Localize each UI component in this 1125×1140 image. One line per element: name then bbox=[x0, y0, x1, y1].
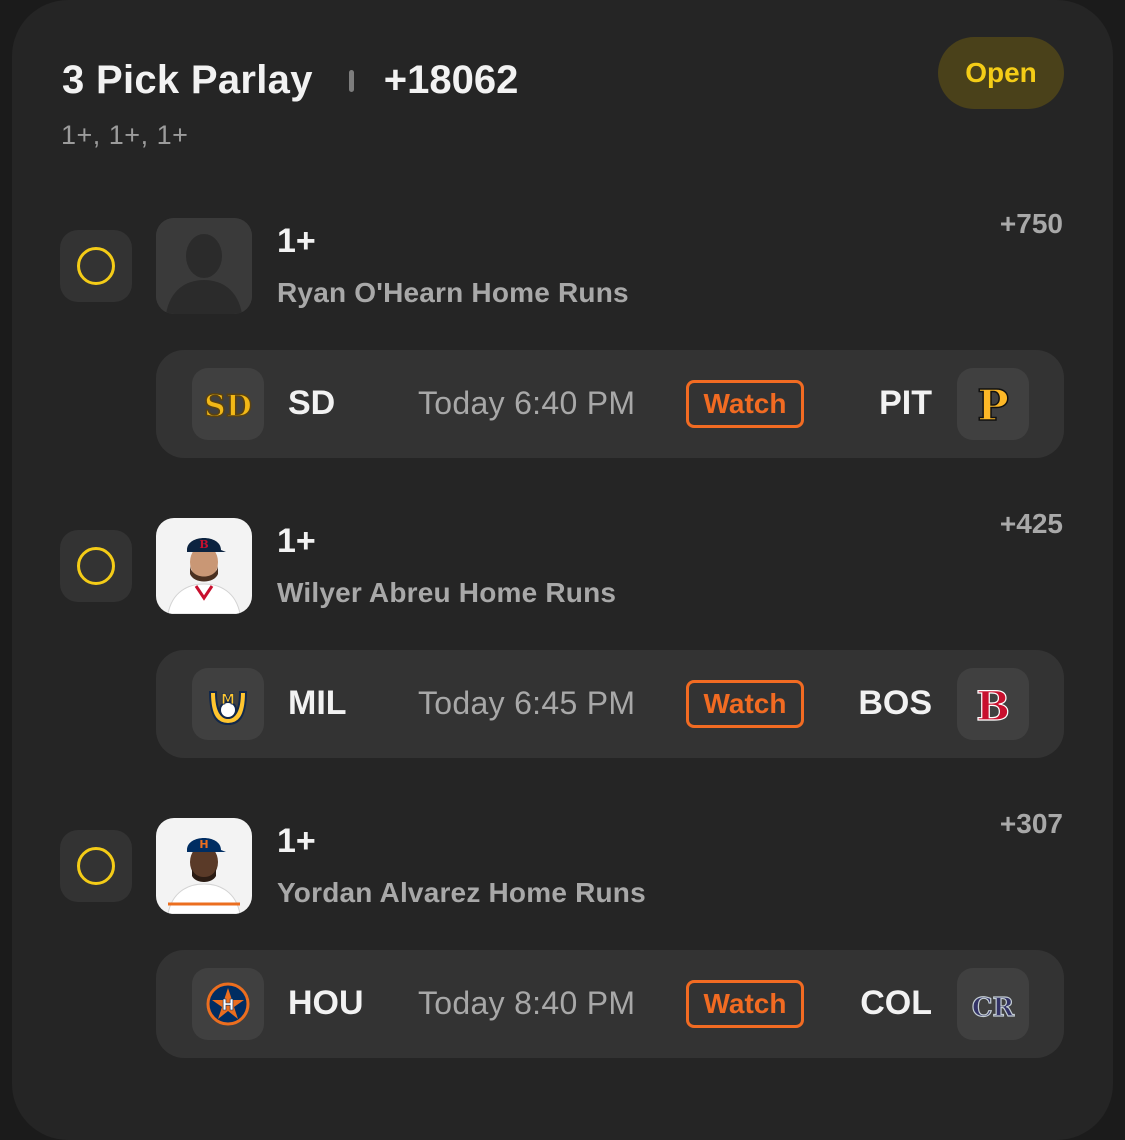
brewers-logo-icon: M bbox=[192, 668, 264, 740]
circle-icon bbox=[77, 547, 115, 585]
header-divider bbox=[348, 69, 354, 92]
rockies-logo-icon: CR bbox=[957, 968, 1029, 1040]
parlay-title: 3 Pick Parlay bbox=[62, 58, 313, 102]
leg-market: Yordan Alvarez Home Runs bbox=[277, 877, 646, 908]
away-team: HOU bbox=[288, 984, 364, 1022]
away-team: SD bbox=[288, 384, 336, 422]
leg-line: 1+ bbox=[277, 222, 316, 260]
parlay-header: 3 Pick Parlay +18062 bbox=[62, 58, 518, 103]
status-badge: Open bbox=[938, 37, 1064, 109]
padres-logo-icon: SD bbox=[192, 368, 264, 440]
astros-logo-icon: H bbox=[192, 968, 264, 1040]
game-matchup[interactable]: M MIL Today 6:45 PM Watch BOS B bbox=[156, 650, 1064, 758]
watch-button[interactable]: Watch bbox=[686, 680, 804, 728]
red-sox-logo-icon: B bbox=[957, 668, 1029, 740]
game-time: Today 6:40 PM bbox=[418, 385, 636, 421]
leg-odds: +425 bbox=[999, 508, 1063, 539]
leg-select-radio[interactable] bbox=[60, 830, 132, 902]
parlay-summary: 1+, 1+, 1+ bbox=[61, 120, 189, 150]
player-placeholder-avatar bbox=[156, 218, 252, 314]
svg-text:SD: SD bbox=[204, 389, 252, 424]
circle-icon bbox=[77, 247, 115, 285]
home-team: PIT bbox=[879, 384, 932, 422]
svg-text:B: B bbox=[976, 683, 1010, 730]
svg-text:H: H bbox=[199, 838, 208, 851]
leg-odds: +307 bbox=[999, 808, 1063, 839]
leg-market: Ryan O'Hearn Home Runs bbox=[277, 277, 629, 308]
parlay-total-odds: +18062 bbox=[383, 58, 519, 102]
watch-button[interactable]: Watch bbox=[686, 980, 804, 1028]
leg-line: 1+ bbox=[277, 522, 316, 560]
leg-line: 1+ bbox=[277, 822, 316, 860]
away-team: MIL bbox=[288, 684, 347, 722]
leg-select-radio[interactable] bbox=[60, 230, 132, 302]
watch-button[interactable]: Watch bbox=[686, 380, 804, 428]
pirates-logo-icon: P bbox=[957, 368, 1029, 440]
home-team: BOS bbox=[858, 684, 932, 722]
parlay-leg: B 1+ Wilyer Abreu Home Runs +425 M MIL T… bbox=[0, 508, 1125, 768]
game-time: Today 8:40 PM bbox=[418, 985, 636, 1021]
player-headshot: H bbox=[156, 818, 252, 914]
game-matchup[interactable]: H HOU Today 8:40 PM Watch COL CR bbox=[156, 950, 1064, 1058]
parlay-leg: 1+ Ryan O'Hearn Home Runs +750 SD SD Tod… bbox=[0, 208, 1125, 468]
game-matchup[interactable]: SD SD Today 6:40 PM Watch PIT P bbox=[156, 350, 1064, 458]
parlay-leg: H 1+ Yordan Alvarez Home Runs +307 H HOU… bbox=[0, 808, 1125, 1068]
svg-text:B: B bbox=[199, 538, 208, 551]
circle-icon bbox=[77, 847, 115, 885]
leg-market: Wilyer Abreu Home Runs bbox=[277, 577, 617, 608]
svg-text:H: H bbox=[222, 996, 235, 1014]
svg-text:CR: CR bbox=[972, 993, 1015, 1023]
game-time: Today 6:45 PM bbox=[418, 685, 636, 721]
svg-text:P: P bbox=[977, 381, 1009, 430]
player-headshot: B bbox=[156, 518, 252, 614]
home-team: COL bbox=[860, 984, 932, 1022]
leg-select-radio[interactable] bbox=[60, 530, 132, 602]
leg-odds: +750 bbox=[999, 208, 1063, 239]
svg-text:M: M bbox=[221, 692, 235, 708]
